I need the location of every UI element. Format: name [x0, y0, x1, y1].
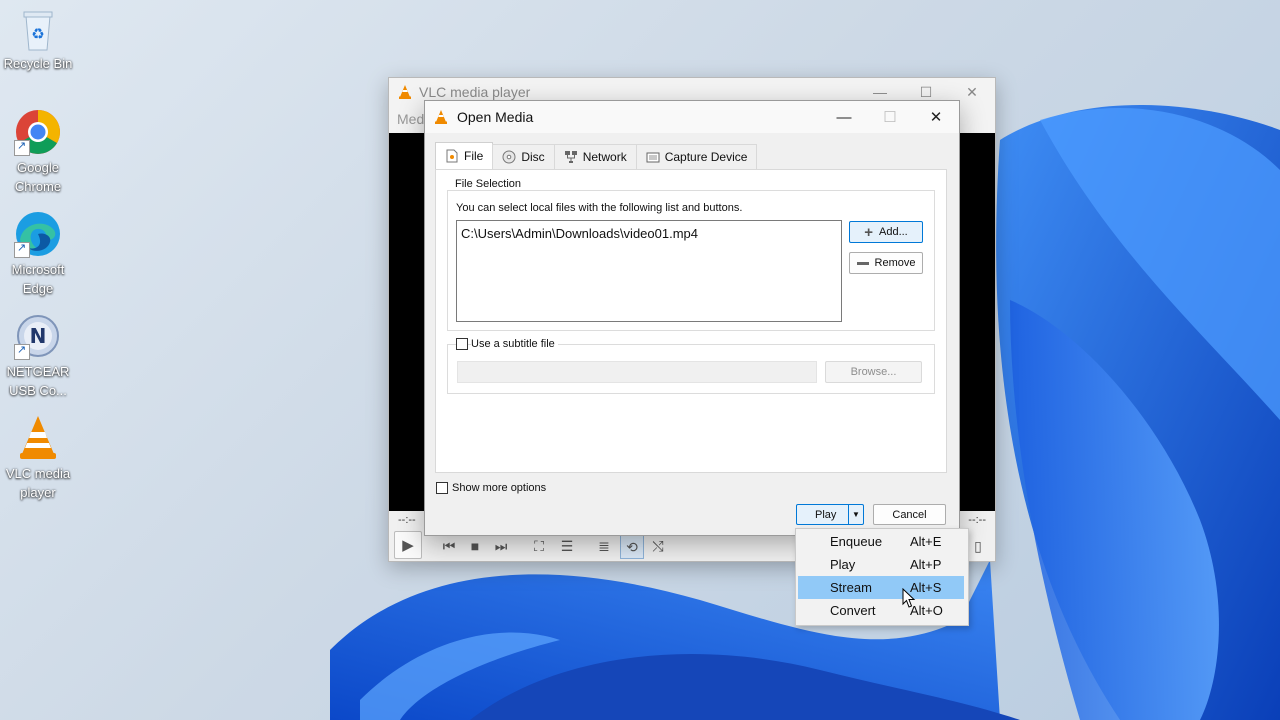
menu-item-shortcut: Alt+E	[910, 534, 942, 549]
vlc-icon	[435, 110, 447, 124]
desktop-icon-label: NETGEAR USB Co...	[6, 364, 70, 398]
menu-item-label: Play	[830, 557, 856, 572]
play-icon[interactable]: ▶	[394, 531, 422, 559]
chrome-icon	[14, 108, 62, 156]
desktop-icon-label: Microsoft Edge	[11, 262, 65, 296]
cancel-button-label: Cancel	[892, 508, 927, 521]
minus-icon	[856, 261, 869, 265]
play-dropdown-menu: Enqueue Alt+E Play Alt+P Stream Alt+S Co…	[795, 528, 969, 626]
capture-device-icon	[646, 150, 660, 164]
tab-disc[interactable]: Disc	[492, 144, 555, 169]
menu-item-stream[interactable]: Stream Alt+S	[798, 576, 964, 599]
vlc-icon	[399, 85, 411, 99]
plus-icon: +	[864, 223, 873, 241]
menu-item-label: Enqueue	[830, 534, 883, 549]
file-icon	[445, 149, 459, 163]
play-button-label: Play	[815, 508, 837, 521]
open-media-dialog: Open Media — ☐ ✕ File Disc Network Captu…	[424, 100, 960, 536]
fullscreen-icon[interactable]: ⛶	[528, 535, 550, 557]
play-button[interactable]: Play ▼	[796, 504, 864, 525]
desktop-icon-vlc[interactable]: VLC media player	[2, 414, 74, 502]
svg-text:N: N	[30, 324, 47, 348]
menu-item-shortcut: Alt+P	[910, 557, 942, 572]
volume-icon[interactable]: ▯	[967, 535, 989, 557]
shuffle-icon[interactable]: ⤭	[647, 535, 669, 557]
shortcut-arrow-icon	[14, 343, 30, 360]
minimize-button[interactable]: —	[821, 101, 867, 133]
menu-media[interactable]: Med	[397, 111, 424, 127]
next-icon[interactable]: ⏭	[490, 535, 512, 557]
desktop-icon-chrome[interactable]: Google Chrome	[2, 108, 74, 196]
add-button[interactable]: + Add...	[849, 221, 923, 243]
desktop-icon-label: VLC media player	[5, 466, 71, 500]
recycle-bin-icon: ♻	[14, 6, 62, 54]
tab-label: Network	[582, 150, 627, 164]
total-time: --:--	[968, 514, 986, 526]
menu-item-label: Stream	[830, 580, 872, 595]
maximize-button[interactable]: ☐	[867, 101, 913, 133]
browse-button: Browse...	[825, 361, 922, 383]
desktop-icon-recycle-bin[interactable]: ♻ Recycle Bin	[2, 6, 74, 73]
mouse-cursor-icon	[902, 588, 916, 608]
vlc-window-title: VLC media player	[419, 84, 531, 100]
tab-label: Disc	[521, 150, 545, 164]
previous-icon[interactable]: ⏮	[438, 535, 460, 557]
menu-item-play[interactable]: Play Alt+P	[798, 553, 964, 576]
network-icon	[564, 150, 578, 164]
elapsed-time: --:--	[398, 514, 416, 526]
file-selection-label: File Selection	[453, 178, 524, 190]
netgear-icon: N	[14, 312, 62, 360]
menu-item-label: Convert	[830, 603, 876, 618]
list-item[interactable]: C:\Users\Admin\Downloads\video01.mp4	[457, 221, 841, 246]
tab-capture-device[interactable]: Capture Device	[635, 144, 758, 169]
shortcut-arrow-icon	[14, 241, 30, 258]
stop-icon[interactable]: ■	[464, 535, 486, 557]
file-list[interactable]: C:\Users\Admin\Downloads\video01.mp4	[456, 220, 842, 322]
show-more-options-checkbox[interactable]	[436, 482, 448, 494]
subtitle-checkbox[interactable]	[456, 338, 468, 350]
desktop-icon-netgear[interactable]: N NETGEAR USB Co...	[2, 312, 74, 400]
dropdown-arrow-icon[interactable]: ▼	[848, 505, 863, 524]
add-button-label: Add...	[879, 226, 908, 238]
dialog-title: Open Media	[457, 109, 534, 125]
edge-icon	[14, 210, 62, 258]
tab-label: File	[464, 149, 484, 163]
svg-text:♻: ♻	[31, 25, 44, 43]
remove-button[interactable]: Remove	[849, 252, 923, 274]
tab-label: Capture Device	[664, 150, 748, 164]
file-selection-hint: You can select local files with the foll…	[456, 202, 743, 214]
show-more-options-label: Show more options	[452, 482, 547, 494]
dialog-title-bar: Open Media — ☐ ✕	[425, 101, 959, 133]
menu-item-convert[interactable]: Convert Alt+O	[798, 599, 964, 622]
close-button[interactable]: ✕	[913, 101, 959, 133]
menu-item-enqueue[interactable]: Enqueue Alt+E	[798, 530, 964, 553]
desktop-icon-label: Recycle Bin	[3, 56, 73, 71]
loop-icon[interactable]: ⟲	[620, 535, 644, 559]
desktop-icon-label: Google Chrome	[14, 160, 62, 194]
vlc-icon	[14, 414, 62, 462]
cancel-button[interactable]: Cancel	[873, 504, 946, 525]
shortcut-arrow-icon	[14, 139, 30, 156]
extended-settings-icon[interactable]: ☰	[556, 535, 578, 557]
remove-button-label: Remove	[874, 257, 916, 269]
subtitle-checkbox-label: Use a subtitle file	[471, 338, 558, 350]
browse-button-label: Browse...	[850, 366, 897, 378]
desktop-icon-edge[interactable]: Microsoft Edge	[2, 210, 74, 298]
tab-network[interactable]: Network	[553, 144, 637, 169]
playlist-icon[interactable]: ≣	[593, 535, 615, 557]
subtitle-path-field	[457, 361, 817, 383]
tab-file[interactable]: File	[435, 142, 494, 169]
disc-icon	[502, 150, 516, 164]
tab-bar: File Disc Network Capture Device	[435, 142, 758, 169]
